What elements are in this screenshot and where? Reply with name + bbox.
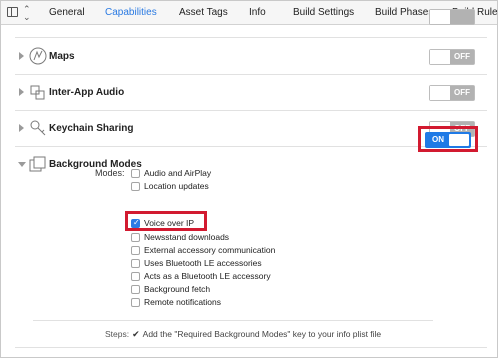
xcode-project-editor: ⌃ ⌄ General Capabilities Asset Tags Info … [0,0,498,358]
capability-row-inter-app-audio: Inter-App Audio OFF [15,75,487,111]
checkbox[interactable] [131,169,140,178]
checkbox[interactable] [131,182,140,191]
toggle-state-label: OFF [450,50,474,64]
inter-app-audio-toggle[interactable]: OFF [429,85,475,101]
maps-toggle[interactable]: OFF [429,49,475,65]
disclosure-triangle-icon[interactable] [19,124,24,132]
disclosure-triangle-icon[interactable] [19,88,24,96]
steps-divider [33,320,433,321]
checkbox[interactable] [131,259,140,268]
capability-row-keychain-sharing: Keychain Sharing OFF [15,111,487,147]
checkbox[interactable] [131,233,140,242]
bottom-divider [15,347,487,348]
steps-label: Steps: [105,329,130,339]
capability-toggle-partial[interactable] [429,9,475,25]
checkmark-icon: ✔ [132,330,140,340]
capability-label: Maps [49,51,75,62]
capability-label: Inter-App Audio [49,87,125,98]
capability-row-maps: Maps OFF [15,39,487,75]
capability-row-background-modes: Background Modes [15,147,487,183]
background-modes-icon [29,156,46,172]
capability-row-partial [15,9,487,38]
checkbox[interactable] [131,272,140,281]
inter-app-audio-icon [30,85,45,100]
checkbox[interactable] [131,285,140,294]
capability-label: Keychain Sharing [49,123,134,134]
steps-section: Steps: ✔ Add the "Required Background Mode… [105,329,381,340]
checkbox[interactable] [131,246,140,255]
checkbox[interactable] [131,298,140,307]
disclosure-triangle-icon[interactable] [19,52,24,60]
maps-icon [29,47,47,65]
disclosure-triangle-open-icon[interactable] [18,162,26,167]
keychain-icon [30,120,46,136]
modes-label: Modes: [95,168,125,178]
step-text: Add the "Required Background Modes" key … [142,329,382,339]
toggle-state-label: OFF [450,86,474,100]
voip-highlight [125,211,207,231]
on-toggle-highlight [418,126,478,152]
